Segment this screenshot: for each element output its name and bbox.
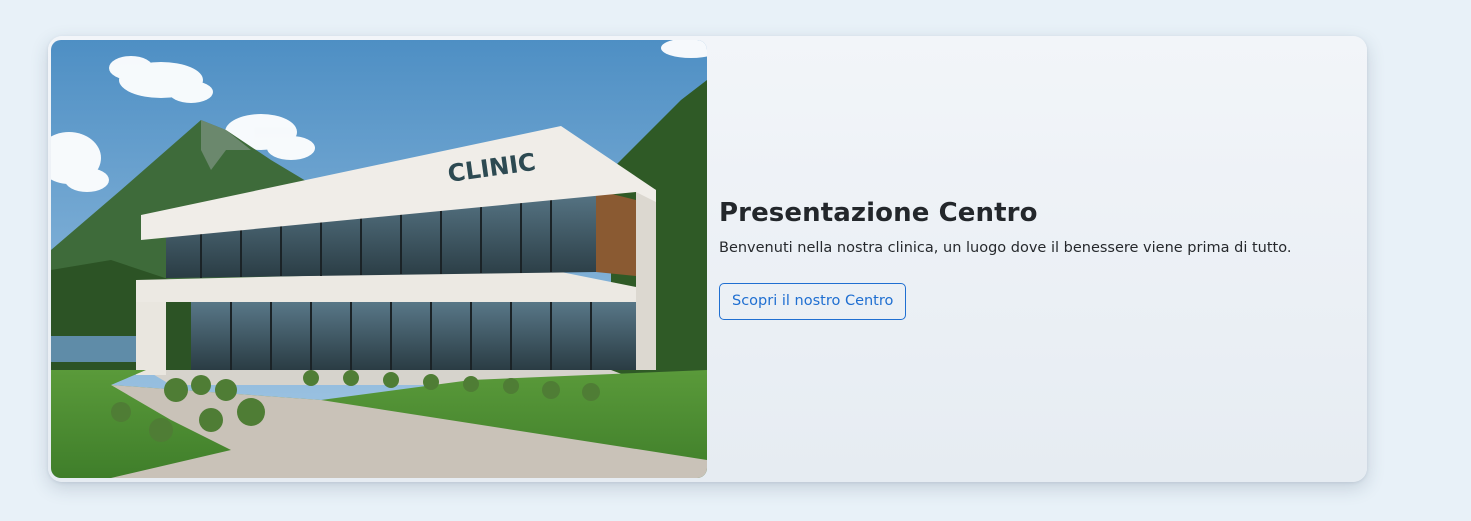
hero-description: Benvenuti nella nostra clinica, un luogo…: [719, 240, 1292, 256]
hero-content: Presentazione Centro Benvenuti nella nos…: [719, 196, 1339, 320]
discover-center-button[interactable]: Scopri il nostro Centro: [719, 283, 907, 320]
clinic-illustration: CLINIC: [51, 40, 707, 478]
clinic-image: CLINIC: [51, 40, 707, 478]
page-title: Presentazione Centro: [719, 198, 1038, 228]
hero-card: CLINIC Presentazione Centro Benvenuti ne…: [48, 36, 1367, 482]
